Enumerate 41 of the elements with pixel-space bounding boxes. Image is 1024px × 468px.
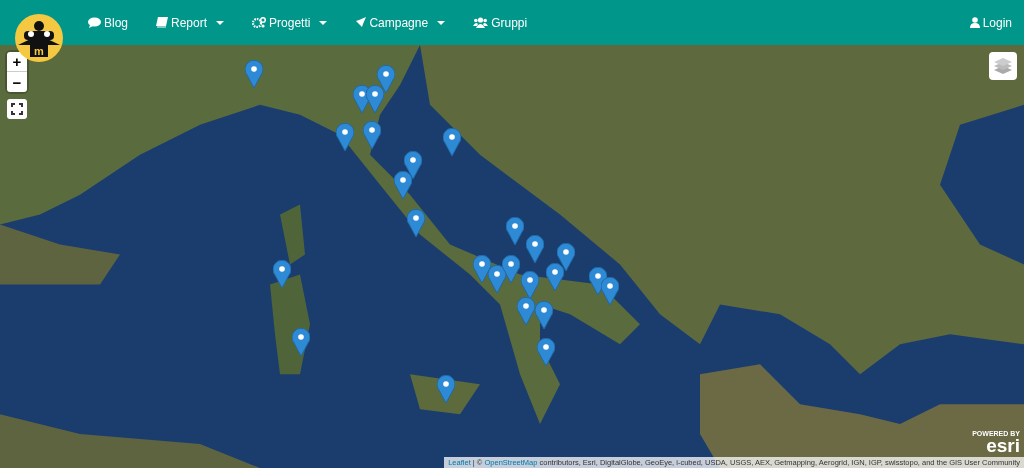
zoom-in-button[interactable]: + [7, 52, 27, 72]
map-marker-icon[interactable] [506, 217, 524, 245]
speech-bubble-icon [88, 17, 101, 28]
map-marker-icon[interactable] [394, 171, 412, 199]
map-marker-icon[interactable] [517, 297, 535, 325]
map-marker-icon[interactable] [601, 277, 619, 305]
users-icon [473, 17, 489, 28]
zoom-out-button[interactable]: − [7, 72, 27, 92]
map-marker-icon[interactable] [589, 267, 607, 295]
fullscreen-icon [11, 103, 23, 115]
nav-link[interactable]: Progetti [238, 15, 342, 30]
map-marker-icon[interactable] [336, 123, 354, 151]
map-marker-icon[interactable] [502, 255, 520, 283]
nav-link[interactable]: Gruppi [459, 15, 542, 30]
map-marker-icon[interactable] [473, 255, 491, 283]
fullscreen-button[interactable] [7, 99, 27, 119]
nav-link[interactable]: Campagne [341, 15, 460, 30]
map-marker-icon[interactable] [245, 60, 263, 88]
book-icon [156, 17, 169, 28]
nav-link[interactable]: Report [142, 15, 239, 30]
nav-link[interactable]: Blog [88, 15, 143, 30]
layers-icon [993, 56, 1013, 76]
login-link[interactable]: Login [969, 15, 1012, 30]
map-marker-icon[interactable] [363, 121, 381, 149]
map-marker-icon[interactable] [537, 338, 555, 366]
map-marker-icon[interactable] [557, 243, 575, 271]
map-marker-icon[interactable] [377, 65, 395, 93]
map-marker-icon[interactable] [521, 271, 539, 299]
map-marker-icon[interactable] [407, 209, 425, 237]
map-marker-icon[interactable] [437, 375, 455, 403]
map-marker-icon[interactable] [535, 301, 553, 329]
user-icon [969, 17, 980, 28]
esri-logo-text: esri [986, 437, 1020, 454]
map-marker-icon[interactable] [526, 235, 544, 263]
map-marker-icon[interactable] [546, 263, 564, 291]
map-marker-icon[interactable] [273, 260, 291, 288]
map-marker-icon[interactable] [292, 328, 310, 356]
map-marker-icon[interactable] [366, 85, 384, 113]
map-marker-icon[interactable] [443, 128, 461, 156]
map-marker-icon[interactable] [404, 151, 422, 179]
map-marker-icon[interactable] [488, 265, 506, 293]
